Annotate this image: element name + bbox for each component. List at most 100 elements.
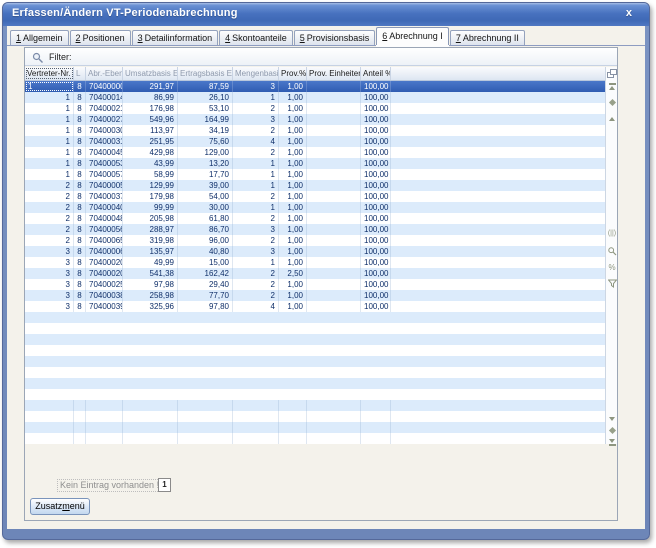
column-chooser-icon[interactable] [607,69,617,79]
table-cell: 1 [25,125,74,136]
tab-detailinformation[interactable]: 3Detailinformation [132,30,219,45]
table-cell [361,356,391,367]
empty-row [25,323,605,334]
table-cell-filler [391,323,605,334]
page-down-marker-icon[interactable] [606,428,618,433]
table-row[interactable]: 1870400031251,9575,6041,00100,00 [25,136,605,147]
zusatzmenu-button[interactable]: Zusatzmenü [30,498,90,515]
table-cell [123,334,178,345]
table-row[interactable]: 2870400048205,9861,8021,00100,00 [25,213,605,224]
button-label-part: Zusatz [35,501,62,511]
table-row[interactable]: 3870400020541,38162,4222,50100,00 [25,268,605,279]
table-row[interactable]: 2870400056288,9786,7031,00100,00 [25,224,605,235]
table-cell [25,323,74,334]
table-cell [307,235,361,246]
table-row[interactable]: 187040001486,9926,1011,00100,00 [25,92,605,103]
column-header-mengenbasis[interactable]: Mengenbasis [233,67,279,80]
table-row[interactable]: 387040002049,9915,0011,00100,00 [25,257,605,268]
scroll-up-icon[interactable] [606,117,618,121]
table-cell: 100,00 [361,136,391,147]
column-resize-icon[interactable]: (||) [606,230,618,238]
column-header-prov[interactable]: Prov.% [279,67,307,80]
tab-abrechnung-ii[interactable]: 7Abrechnung II [450,30,525,45]
column-header-umsatzbasis-eur[interactable]: Umsatzbasis EUR [123,67,178,80]
table-cell [178,411,233,422]
title-bar[interactable]: Erfassen/Ändern VT-Periodenabrechnung x [3,3,649,26]
table-cell: 87,59 [178,81,233,92]
scroll-down-icon[interactable] [606,417,618,421]
tab-allgemein[interactable]: 1Allgemein [10,30,69,45]
column-header-anteil[interactable]: Anteil % [361,67,391,80]
table-cell [123,345,178,356]
table-cell: 8 [74,279,86,290]
page-up-marker-icon[interactable] [606,100,618,105]
table-cell [361,312,391,323]
table-cell: 129,00 [178,147,233,158]
table-row[interactable]: 387040002597,9829,4021,00100,00 [25,279,605,290]
table-row[interactable]: 1870400027549,96164,9931,00100,00 [25,114,605,125]
empty-row [25,378,605,389]
table-cell: 2 [25,202,74,213]
table-row[interactable]: 3870400006135,9740,8031,00100,00 [25,246,605,257]
table-cell: 70400020 [86,257,123,268]
tab-positionen[interactable]: 2Positionen [70,30,131,45]
tab-skontoanteile[interactable]: 4Skontoanteile [219,30,293,45]
empty-row [25,356,605,367]
column-header-ertragsbasis-eur[interactable]: Ertragsbasis EUR [178,67,233,80]
table-row[interactable]: 2870400065319,9896,0021,00100,00 [25,235,605,246]
table-cell [25,433,74,444]
table-row[interactable]: 2870400005129,9939,0011,00100,00 [25,180,605,191]
column-header-abr-ebene[interactable]: Abr.-Ebene [86,67,123,80]
table-cell: 1,00 [279,235,307,246]
table-cell: 3 [233,224,279,235]
table-cell [307,224,361,235]
scroll-top-icon[interactable] [606,83,618,90]
table-cell [279,367,307,378]
table-row[interactable]: 287040004099,9930,0011,00100,00 [25,202,605,213]
percent-icon[interactable]: % [606,264,618,272]
table-row[interactable]: 187040005758,9917,7011,00100,00 [25,169,605,180]
table-cell: 3 [233,246,279,257]
table-row[interactable]: 2870400037179,9854,0021,00100,00 [25,191,605,202]
grid-scroll-strip[interactable]: (||) % [605,67,617,444]
table-cell: 1 [233,92,279,103]
table-row[interactable]: 1870400000291,9787,5931,00100,00 [25,81,605,92]
empty-row [25,422,605,433]
close-icon[interactable]: x [626,7,632,19]
empty-row [25,367,605,378]
table-cell: 100,00 [361,279,391,290]
tab-provisionsbasis[interactable]: 5Provisionsbasis [294,30,376,45]
table-row[interactable]: 1870400021176,9853,1021,00100,00 [25,103,605,114]
table-cell-filler [391,224,605,235]
table-cell [86,411,123,422]
table-cell [233,389,279,400]
page-number-box[interactable]: 1 [158,478,171,492]
button-accesskey: m [62,501,70,511]
table-cell: 70400057 [86,169,123,180]
table-row[interactable]: 1870400030113,9734,1921,00100,00 [25,125,605,136]
column-header-prov-einheiten[interactable]: Prov. Einheiten [307,67,361,80]
column-header-l[interactable]: L [74,67,86,80]
scroll-bottom-icon[interactable] [606,439,618,446]
column-header-vertreter-nr[interactable]: Vertreter-Nr. [25,67,74,80]
table-cell: 70400038 [86,290,123,301]
table-cell: 251,95 [123,136,178,147]
table-cell: 100,00 [361,213,391,224]
table-cell [86,389,123,400]
table-row[interactable]: 3870400038258,9877,7021,00100,00 [25,290,605,301]
table-cell [178,378,233,389]
table-cell [233,411,279,422]
table-cell: 8 [74,191,86,202]
table-row[interactable]: 187040005343,9913,2011,00100,00 [25,158,605,169]
table-cell: 100,00 [361,290,391,301]
table-row[interactable]: 3870400039325,9697,8041,00100,00 [25,301,605,312]
table-cell: 1,00 [279,125,307,136]
search-icon[interactable] [606,247,618,256]
table-row[interactable]: 1870400045429,98129,0021,00100,00 [25,147,605,158]
empty-row [25,334,605,345]
table-cell-filler [391,169,605,180]
table-cell: 2 [233,103,279,114]
filter-funnel-icon[interactable] [606,279,618,288]
table-cell: 100,00 [361,191,391,202]
tab-abrechnung-i[interactable]: 6Abrechnung I [376,27,449,45]
